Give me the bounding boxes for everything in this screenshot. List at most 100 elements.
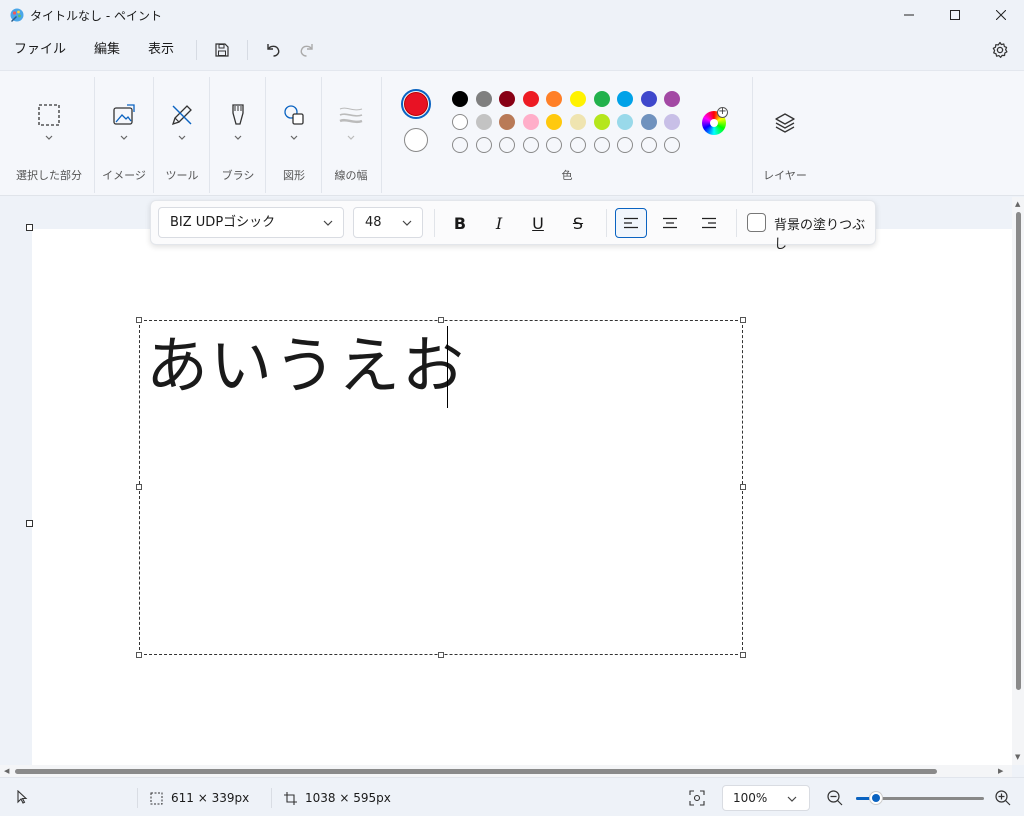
shapes-group[interactable]: 図形 — [266, 71, 322, 197]
chevron-down-icon[interactable] — [43, 133, 55, 143]
custom-color-slot[interactable] — [475, 137, 492, 153]
underline-button[interactable]: U — [522, 208, 554, 238]
scroll-left-arrow-icon[interactable]: ◀ — [4, 767, 9, 775]
canvas-resize-handle[interactable] — [26, 520, 33, 527]
horizontal-scroll-thumb[interactable] — [15, 769, 937, 774]
color-swatch[interactable] — [452, 114, 468, 130]
font-family-dropdown[interactable]: BIZ UDPゴシック — [158, 207, 344, 238]
zoom-dropdown[interactable]: 100% — [722, 785, 810, 811]
color-swatch[interactable] — [499, 91, 516, 107]
minimize-button[interactable] — [886, 0, 932, 30]
save-button[interactable] — [205, 33, 239, 67]
fit-to-window-button[interactable] — [688, 789, 706, 807]
textbox-handle[interactable] — [438, 317, 444, 323]
horizontal-scrollbar[interactable]: ◀ ▶ — [0, 765, 1012, 777]
color-swatch[interactable] — [522, 91, 539, 107]
chevron-down-icon[interactable] — [118, 133, 130, 143]
textbox-handle[interactable] — [740, 484, 746, 490]
line-width-button[interactable] — [335, 99, 367, 131]
color-swatch[interactable] — [570, 114, 586, 130]
color-swatch[interactable] — [664, 91, 681, 107]
font-size-dropdown[interactable]: 48 — [353, 207, 423, 238]
secondary-color[interactable] — [404, 128, 428, 152]
textbox-handle[interactable] — [136, 484, 142, 490]
shapes-button[interactable] — [278, 99, 310, 131]
menu-edit[interactable]: 編集 — [80, 30, 134, 70]
scroll-right-arrow-icon[interactable]: ▶ — [998, 767, 1003, 775]
scroll-up-arrow-icon[interactable]: ▲ — [1015, 200, 1020, 208]
chevron-down-icon[interactable] — [345, 133, 357, 143]
color-swatch[interactable] — [640, 91, 657, 107]
chevron-down-icon[interactable] — [288, 133, 300, 143]
color-swatch[interactable] — [617, 114, 634, 130]
scroll-down-arrow-icon[interactable]: ▼ — [1015, 753, 1020, 761]
maximize-button[interactable] — [932, 0, 978, 30]
custom-color-slot[interactable] — [593, 137, 610, 153]
color-swatch[interactable] — [475, 114, 492, 130]
color-swatch[interactable] — [546, 114, 563, 130]
fill-background-checkbox[interactable] — [747, 213, 766, 232]
color-swatch[interactable] — [593, 114, 610, 130]
tools-button[interactable] — [166, 99, 198, 131]
textbox-handle[interactable] — [136, 317, 142, 323]
image-tool-button[interactable] — [108, 99, 140, 131]
color-swatch[interactable] — [640, 114, 657, 130]
align-left-button[interactable] — [615, 208, 647, 238]
custom-color-slot[interactable] — [640, 137, 657, 153]
brushes-group[interactable]: ブラシ — [210, 71, 266, 197]
color-swatch[interactable] — [522, 114, 539, 130]
align-right-button[interactable] — [693, 208, 725, 238]
select-tool-button[interactable] — [33, 99, 65, 131]
zoom-in-button[interactable] — [994, 789, 1012, 807]
chevron-down-icon[interactable] — [176, 133, 188, 143]
title-bar: タイトルなし - ペイント — [0, 0, 1024, 30]
menu-file[interactable]: ファイル — [0, 30, 80, 70]
brush-button[interactable] — [222, 99, 254, 131]
chevron-down-icon[interactable] — [232, 133, 244, 143]
close-button[interactable] — [978, 0, 1024, 30]
color-swatch[interactable] — [593, 91, 610, 107]
strikethrough-button[interactable]: S — [562, 208, 594, 238]
selection-group[interactable]: 選択した部分 — [6, 71, 92, 197]
image-group[interactable]: イメージ — [96, 71, 152, 197]
textbox-handle[interactable] — [740, 652, 746, 658]
zoom-slider-thumb[interactable] — [869, 791, 884, 805]
custom-color-slot[interactable] — [522, 137, 539, 153]
layers-group[interactable]: レイヤー — [754, 71, 816, 197]
textbox-handle[interactable] — [740, 317, 746, 323]
custom-color-slot[interactable] — [570, 137, 586, 153]
custom-color-slot[interactable] — [546, 137, 563, 153]
tools-group[interactable]: ツール — [154, 71, 210, 197]
color-swatch[interactable] — [499, 114, 516, 130]
textbox-handle[interactable] — [438, 652, 444, 658]
vertical-scrollbar[interactable]: ▲ ▼ — [1012, 197, 1024, 765]
color-swatch[interactable] — [475, 91, 492, 107]
textbox-handle[interactable] — [136, 652, 142, 658]
color-swatch[interactable] — [617, 91, 634, 107]
color-swatch[interactable] — [664, 114, 681, 130]
custom-color-slot[interactable] — [617, 137, 634, 153]
canvas-resize-handle[interactable] — [26, 224, 33, 231]
color-swatch[interactable] — [452, 91, 468, 107]
zoom-out-button[interactable] — [826, 789, 844, 807]
color-swatch[interactable] — [546, 91, 563, 107]
canvas-text[interactable]: あいうえお — [146, 330, 466, 402]
zoom-slider[interactable] — [856, 791, 984, 805]
custom-color-slot[interactable] — [664, 137, 681, 153]
italic-button[interactable]: I — [483, 208, 515, 238]
custom-color-slot[interactable] — [452, 137, 468, 153]
align-center-button[interactable] — [654, 208, 686, 238]
edit-colors-button[interactable]: + — [702, 107, 728, 135]
undo-button[interactable] — [256, 33, 290, 67]
color-swatch[interactable] — [570, 91, 586, 107]
line-width-group[interactable]: 線の幅 — [322, 71, 380, 197]
menu-view[interactable]: 表示 — [134, 30, 188, 70]
bold-button[interactable]: B — [444, 208, 476, 238]
layers-button[interactable] — [769, 107, 801, 139]
settings-button[interactable] — [988, 38, 1012, 62]
vertical-scroll-thumb[interactable] — [1016, 212, 1021, 690]
selection-size-text: 611 × 339px — [171, 791, 250, 805]
redo-button[interactable] — [290, 33, 324, 67]
primary-color[interactable] — [401, 89, 431, 119]
custom-color-slot[interactable] — [499, 137, 516, 153]
